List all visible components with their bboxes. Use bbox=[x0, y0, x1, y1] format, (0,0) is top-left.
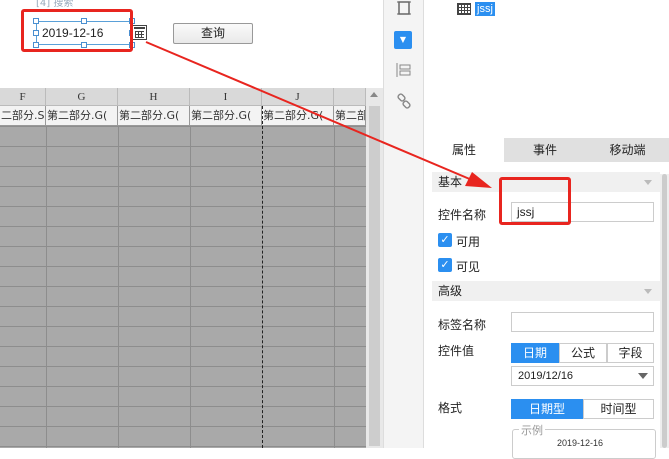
widget-icon[interactable]: ▼ bbox=[394, 31, 412, 49]
visible-label: 可见 bbox=[456, 260, 481, 274]
calendar-icon bbox=[457, 2, 471, 15]
column-header-row: F G H I J bbox=[0, 88, 366, 106]
value-type-date[interactable]: 日期 bbox=[511, 343, 559, 363]
field-row: 二部分.S( 第二部分.G( 第二部分.G( 第二部分.G( 第二部分.G( 第… bbox=[0, 106, 366, 126]
calendar-icon[interactable] bbox=[132, 25, 147, 40]
enabled-checkbox[interactable]: ✓ bbox=[438, 233, 452, 247]
value-type-field[interactable]: 字段 bbox=[607, 343, 654, 363]
link-icon[interactable] bbox=[395, 93, 413, 111]
vertical-scrollbar[interactable] bbox=[366, 88, 383, 448]
property-tabs: 属性 事件 移动端 bbox=[424, 138, 669, 162]
scroll-thumb[interactable] bbox=[662, 174, 667, 448]
column-header[interactable]: J bbox=[262, 88, 334, 106]
enabled-label: 可用 bbox=[456, 235, 481, 249]
tab-mobile[interactable]: 移动端 bbox=[586, 138, 669, 162]
widget-tree: jssj bbox=[424, 0, 669, 134]
column-header[interactable]: G bbox=[46, 88, 118, 106]
properties-scrollbar[interactable] bbox=[660, 174, 669, 448]
format-type-time[interactable]: 时间型 bbox=[583, 399, 654, 419]
control-name-label: 控件名称 bbox=[438, 208, 487, 222]
column-header[interactable]: H bbox=[118, 88, 190, 106]
tree-node-jssj[interactable]: jssj bbox=[457, 0, 495, 16]
tag-name-label: 标签名称 bbox=[438, 318, 487, 332]
query-button[interactable]: 查询 bbox=[173, 23, 253, 44]
example-label: 示例 bbox=[519, 422, 545, 438]
chevron-down-icon bbox=[644, 289, 652, 294]
layout-icon[interactable] bbox=[395, 62, 413, 80]
section-title: 高级 bbox=[438, 284, 463, 298]
hint-text: [4] 搜索 bbox=[36, 0, 74, 9]
date-value-text: 2019/12/16 bbox=[518, 370, 574, 382]
example-value: 2019-12-16 bbox=[557, 438, 604, 448]
field-cell[interactable]: 第二部分.G( bbox=[262, 106, 334, 125]
field-cell[interactable]: 第二部分.G( bbox=[46, 106, 118, 125]
grid-line bbox=[190, 126, 191, 448]
chevron-down-icon bbox=[644, 180, 652, 185]
scroll-thumb[interactable] bbox=[369, 106, 380, 446]
column-header[interactable]: I bbox=[190, 88, 262, 106]
field-cell[interactable]: 二部分.S( bbox=[0, 106, 46, 125]
chevron-down-icon bbox=[638, 373, 648, 379]
highlight-box-date-widget bbox=[21, 9, 133, 52]
field-cell[interactable]: 第二部分.G( bbox=[190, 106, 262, 125]
column-header[interactable]: F bbox=[0, 88, 46, 106]
tag-name-input[interactable] bbox=[511, 312, 654, 332]
field-cell[interactable]: 第二部分.G( bbox=[118, 106, 190, 125]
visible-checkbox[interactable]: ✓ bbox=[438, 258, 452, 272]
tab-events[interactable]: 事件 bbox=[504, 138, 586, 162]
frame-icon[interactable] bbox=[395, 0, 413, 18]
date-value-select[interactable]: 2019/12/16 bbox=[511, 366, 654, 386]
vertical-toolbar: ▼ bbox=[383, 0, 424, 448]
column-header[interactable] bbox=[334, 88, 366, 106]
format-label: 格式 bbox=[438, 401, 463, 415]
highlight-box-control-name bbox=[499, 177, 571, 225]
advanced-section-header[interactable]: 高级 bbox=[432, 281, 660, 301]
cell-grid[interactable] bbox=[0, 126, 366, 448]
control-value-label: 控件值 bbox=[438, 344, 475, 358]
grid-line bbox=[118, 126, 119, 448]
value-type-formula[interactable]: 公式 bbox=[559, 343, 607, 363]
tree-node-label: jssj bbox=[475, 1, 495, 16]
grid-line bbox=[46, 126, 47, 448]
scroll-up-icon[interactable] bbox=[370, 92, 378, 97]
spreadsheet[interactable]: F G H I J 二部分.S( 第二部分.G( 第二部分.G( 第二部分.G(… bbox=[0, 88, 383, 448]
section-title: 基本 bbox=[438, 175, 463, 189]
tab-properties[interactable]: 属性 bbox=[424, 138, 504, 162]
grid-line bbox=[334, 126, 335, 448]
page-break-line bbox=[262, 106, 263, 448]
format-type-date[interactable]: 日期型 bbox=[511, 399, 583, 419]
example-box: 示例 2019-12-16 bbox=[512, 422, 656, 459]
field-cell[interactable]: 第二部 bbox=[334, 106, 366, 125]
